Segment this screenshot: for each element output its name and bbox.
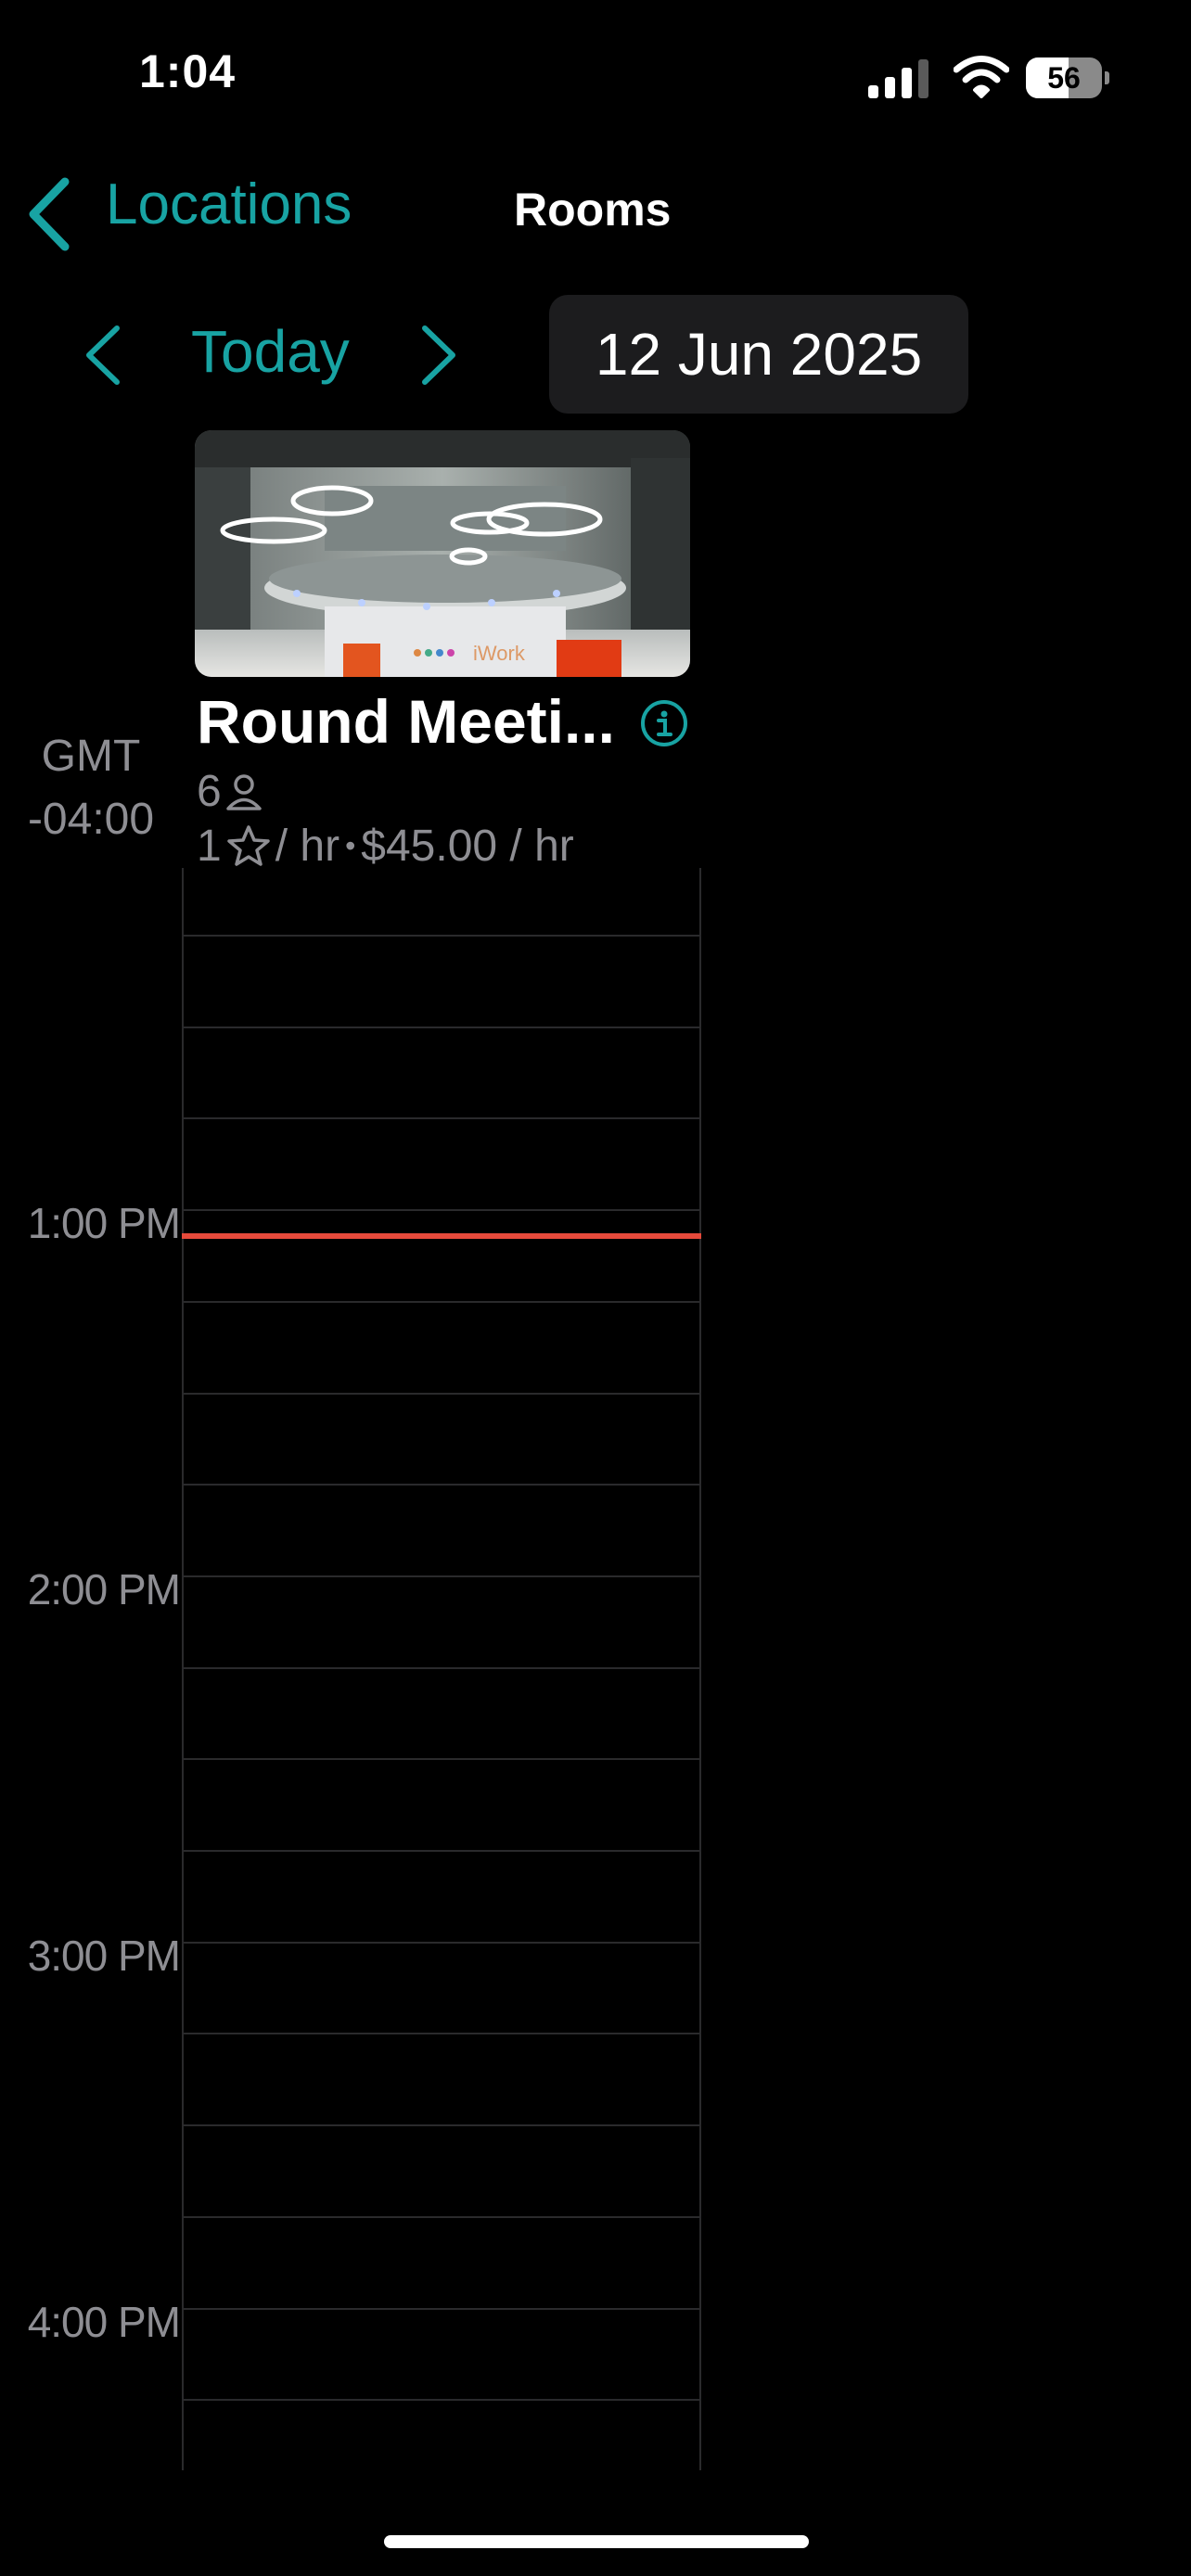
grid-line <box>182 935 701 937</box>
back-button[interactable]: Locations <box>106 172 352 237</box>
rate-separator: • <box>345 828 356 862</box>
price-value: $45.00 / hr <box>361 825 574 866</box>
room-name[interactable]: Round Meeti... <box>197 686 615 757</box>
back-chevron-icon[interactable] <box>26 176 72 252</box>
date-picker-button[interactable]: 12 Jun 2025 <box>549 295 968 414</box>
room-capacity: 6 <box>197 766 263 817</box>
grid-line <box>182 1393 701 1395</box>
credit-unit: / hr <box>275 825 340 866</box>
grid-line <box>182 2216 701 2218</box>
grid-line <box>182 1850 701 1852</box>
grid-line <box>182 1484 701 1486</box>
home-indicator[interactable] <box>384 2535 809 2548</box>
today-button[interactable]: Today <box>191 317 350 386</box>
current-time-indicator <box>182 1233 701 1239</box>
grid-line <box>182 1209 701 1211</box>
battery-icon: 56 <box>1026 57 1109 98</box>
time-axis: 1:00 PM 2:00 PM 3:00 PM 4:00 PM <box>0 868 182 2470</box>
grid-line <box>182 1667 701 1669</box>
svg-text:iWork: iWork <box>473 642 526 665</box>
status-time: 1:04 <box>139 45 237 97</box>
time-label: 1:00 PM <box>27 1199 181 1247</box>
battery-level: 56 <box>1047 61 1081 95</box>
page-title: Rooms <box>514 184 672 236</box>
time-label: 4:00 PM <box>27 2298 181 2346</box>
calendar-grid[interactable] <box>182 868 701 2470</box>
wifi-icon <box>954 56 1009 98</box>
grid-line <box>182 2308 701 2310</box>
room-rate: 1 / hr • $45.00 / hr <box>197 825 574 866</box>
timezone-label: GMT <box>41 732 141 781</box>
capacity-value: 6 <box>197 767 222 816</box>
prev-day-icon[interactable] <box>82 325 124 386</box>
room-photo[interactable]: iWork <box>195 430 690 677</box>
grid-line <box>182 1758 701 1760</box>
signal-icon <box>868 59 928 98</box>
info-icon[interactable] <box>638 697 690 749</box>
grid-line <box>182 2124 701 2126</box>
grid-line <box>182 1117 701 1119</box>
timezone-offset: -04:00 <box>27 795 155 844</box>
time-label: 3:00 PM <box>27 1932 181 1980</box>
grid-line <box>182 1942 701 1944</box>
grid-line <box>182 2399 701 2401</box>
credits-value: 1 <box>197 825 222 866</box>
time-label: 2:00 PM <box>27 1565 181 1613</box>
grid-line <box>182 1027 701 1028</box>
person-icon <box>225 773 262 810</box>
next-day-icon[interactable] <box>417 325 460 386</box>
star-icon <box>226 825 270 866</box>
grid-line <box>182 2033 701 2034</box>
grid-line <box>182 1301 701 1303</box>
grid-line <box>182 1575 701 1577</box>
